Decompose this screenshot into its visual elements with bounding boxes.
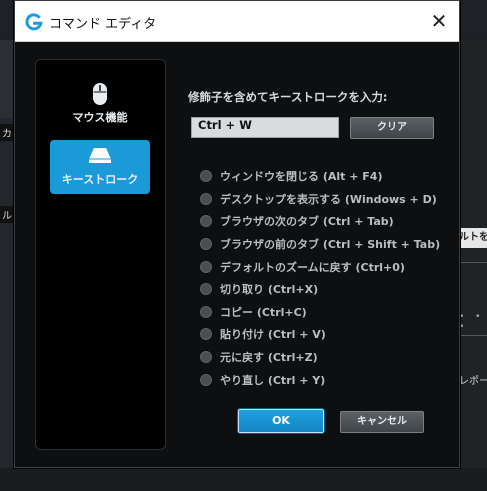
shortcut-option[interactable]: ウィンドウを閉じる (Alt + F4) — [200, 165, 450, 188]
radio-button[interactable] — [200, 260, 212, 273]
close-icon: ✕ — [430, 9, 448, 33]
keystroke-prompt: 修飾子を含めてキーストロークを入力: — [188, 90, 388, 104]
radio-button[interactable] — [200, 373, 212, 386]
radio-button[interactable] — [200, 328, 212, 341]
shortcut-label: 切り取り (Ctrl+X) — [220, 283, 319, 297]
shortcut-option[interactable]: 元に戻す (Ctrl+Z) — [200, 346, 450, 369]
ok-button[interactable]: OK — [237, 408, 325, 434]
title-bar: コマンド エディタ ✕ — [15, 1, 459, 42]
logitech-logo-icon — [25, 13, 43, 31]
shortcut-option[interactable]: コピー (Ctrl+C) — [200, 301, 450, 324]
sidebar-item-label: マウス機能 — [72, 111, 128, 124]
shortcut-label: ブラウザの前のタブ (Ctrl + Shift + Tab) — [220, 238, 441, 252]
radio-button[interactable] — [200, 192, 212, 205]
background-right-dots: • • • — [459, 312, 485, 332]
radio-button[interactable] — [200, 238, 212, 251]
mouse-icon — [93, 83, 107, 105]
background-right-button[interactable]: ルトを含 — [459, 228, 487, 248]
background-left-label: ル — [0, 206, 14, 223]
cancel-button[interactable]: キャンセル — [340, 411, 424, 433]
sidebar: マウス機能 キーストローク — [35, 59, 166, 450]
radio-button[interactable] — [200, 351, 212, 364]
shortcut-option[interactable]: デスクトップを表示する (Windows + D) — [200, 188, 450, 211]
clear-button[interactable]: クリア — [350, 117, 434, 139]
keystroke-input[interactable]: Ctrl + W — [191, 117, 339, 138]
shortcut-label: ブラウザの次のタブ (Ctrl + Tab) — [220, 215, 394, 229]
sidebar-item-keystroke[interactable]: キーストローク — [50, 140, 150, 194]
keycap-icon — [89, 148, 111, 163]
window-title: コマンド エディタ — [49, 17, 157, 32]
command-editor-dialog: コマンド エディタ ✕ マウス機能 キーストローク 修飾子を含めてキーストローク… — [14, 0, 460, 468]
shortcut-label: ウィンドウを閉じる (Alt + F4) — [220, 170, 383, 184]
shortcut-label: 貼り付け (Ctrl + V) — [220, 328, 326, 342]
shortcut-option[interactable]: 貼り付け (Ctrl + V) — [200, 323, 450, 346]
radio-button[interactable] — [200, 283, 212, 296]
shortcut-label: デスクトップを表示する (Windows + D) — [220, 192, 437, 206]
sidebar-item-mouse-functions[interactable]: マウス機能 — [50, 78, 150, 132]
background-right-label: レポー — [459, 376, 487, 387]
shortcut-option[interactable]: 切り取り (Ctrl+X) — [200, 278, 450, 301]
close-button[interactable]: ✕ — [423, 7, 455, 35]
shortcut-label: やり直し (Ctrl + Y) — [220, 373, 326, 387]
shortcut-option[interactable]: デフォルトのズームに戻す (Ctrl+0) — [200, 255, 450, 278]
radio-button[interactable] — [200, 170, 212, 183]
background-bottom — [0, 468, 487, 491]
shortcut-label: デフォルトのズームに戻す (Ctrl+0) — [220, 260, 405, 274]
shortcut-label: 元に戻す (Ctrl+Z) — [220, 351, 318, 365]
shortcut-option[interactable]: ブラウザの前のタブ (Ctrl + Shift + Tab) — [200, 233, 450, 256]
sidebar-item-label: キーストローク — [61, 173, 139, 186]
radio-button[interactable] — [200, 305, 212, 318]
shortcut-label: コピー (Ctrl+C) — [220, 305, 307, 319]
shortcut-option[interactable]: やり直し (Ctrl + Y) — [200, 368, 450, 391]
shortcut-option[interactable]: ブラウザの次のタブ (Ctrl + Tab) — [200, 210, 450, 233]
keystroke-panel: 修飾子を含めてキーストロークを入力: Ctrl + W クリア ウィンドウを閉じ… — [185, 59, 455, 459]
radio-button[interactable] — [200, 215, 212, 228]
shortcut-list: ウィンドウを閉じる (Alt + F4) デスクトップを表示する (Window… — [200, 165, 450, 391]
